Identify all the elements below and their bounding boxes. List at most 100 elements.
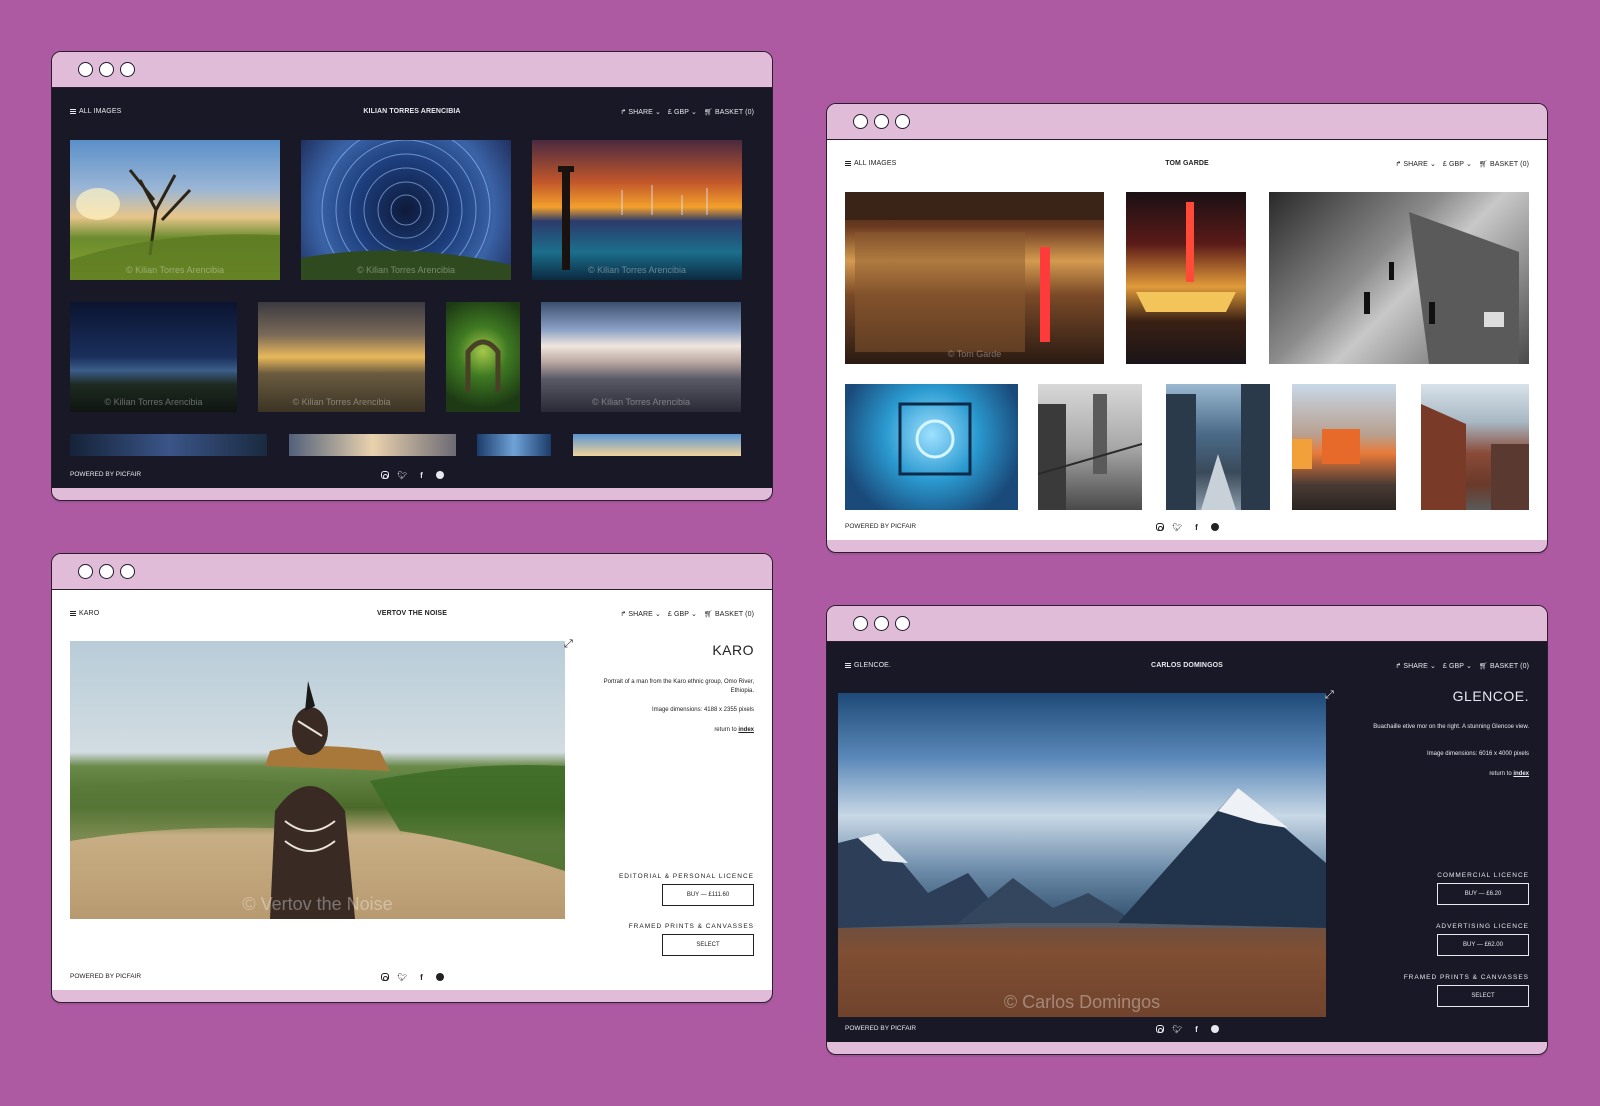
expand-icon[interactable]: ⤢ <box>564 638 573 651</box>
buildings-illustration <box>1421 404 1529 510</box>
main-image-glencoe[interactable]: © Carlos Domingos <box>838 693 1326 1017</box>
image-dimensions: Image dimensions: 4188 x 2355 pixels <box>651 707 754 713</box>
basket-label: BASKET (0) <box>1490 662 1529 670</box>
gallery-image-harbour-sunset[interactable]: © Kilian Torres Arencibia <box>532 140 742 280</box>
window-control-close[interactable] <box>78 564 93 579</box>
return-to-index: return to index <box>1489 771 1529 777</box>
window-vertov-detail: KARO VERTOV THE NOISE ↱ SHARE ⌄ £ GBP ⌄ 🛒︎ B… <box>51 553 773 1003</box>
twitter-icon[interactable]: 🐦︎ <box>397 973 407 983</box>
gallery-image-deli-sign[interactable] <box>1292 384 1396 510</box>
gallery-image-partial-4[interactable] <box>573 434 741 456</box>
cart-icon: 🛒︎ <box>704 109 713 116</box>
instagram-icon[interactable] <box>380 471 389 479</box>
window-titlebar <box>52 52 772 88</box>
pinterest-icon[interactable] <box>1210 1025 1219 1033</box>
gallery-image-shop-window[interactable]: © Tom Garde <box>845 192 1104 364</box>
return-prefix: return to <box>1489 771 1514 777</box>
facebook-icon[interactable]: f <box>1192 1025 1202 1035</box>
top-nav: ALL IMAGES TOM GARDE ↱ SHARE ⌄ £ GBP ⌄ 🛒︎ BA… <box>845 160 1529 174</box>
twitter-icon[interactable]: 🐦︎ <box>1172 1025 1182 1035</box>
instagram-icon[interactable] <box>1155 1025 1164 1033</box>
currency-select[interactable]: £ GBP ⌄ <box>667 108 697 117</box>
page-content: ALL IMAGES TOM GARDE ↱ SHARE ⌄ £ GBP ⌄ 🛒︎ BA… <box>827 140 1547 540</box>
city-illustration <box>1166 384 1270 510</box>
window-control-minimize[interactable] <box>99 62 114 77</box>
chevron-down-icon: ⌄ <box>1466 663 1472 670</box>
basket-button[interactable]: 🛒︎ BASKET (0) <box>1479 160 1529 169</box>
gallery-image-forest-arch[interactable] <box>446 302 520 412</box>
pinterest-icon[interactable] <box>1210 523 1219 531</box>
buy-editorial-button[interactable]: BUY — £111.60 <box>662 884 754 906</box>
twitter-icon[interactable]: 🐦︎ <box>397 471 407 481</box>
facebook-icon[interactable]: f <box>417 973 427 983</box>
basket-button[interactable]: 🛒︎ BASKET (0) <box>704 108 754 117</box>
share-button[interactable]: ↱ SHARE ⌄ <box>1395 662 1436 671</box>
select-prints-button[interactable]: SELECT <box>662 934 754 956</box>
window-control-maximize[interactable] <box>895 616 910 631</box>
window-titlebar <box>827 606 1547 642</box>
gallery-image-train-platform[interactable] <box>1269 192 1529 364</box>
image-description: Buachaille etive mor on the right. A stu… <box>1373 724 1529 730</box>
gallery-image-golden-clouds[interactable]: © Kilian Torres Arencibia <box>258 302 425 412</box>
facebook-icon[interactable]: f <box>417 471 427 481</box>
gallery-image-street-art-blue[interactable] <box>845 384 1018 510</box>
gallery-image-star-trails[interactable]: © Kilian Torres Arencibia <box>301 140 511 280</box>
gallery-image-city-street[interactable] <box>1166 384 1270 510</box>
gallery-image-partial-2[interactable] <box>289 434 456 456</box>
window-carlos-detail: GLENCOE. CARLOS DOMINGOS ↱ SHARE ⌄ £ GBP ⌄ … <box>826 605 1548 1055</box>
cart-icon: 🛒︎ <box>1479 663 1488 670</box>
window-control-maximize[interactable] <box>120 62 135 77</box>
gallery-image-tree-sunset[interactable]: © Kilian Torres Arencibia <box>70 140 280 280</box>
window-control-minimize[interactable] <box>99 564 114 579</box>
window-control-minimize[interactable] <box>874 114 889 129</box>
currency-select[interactable]: £ GBP ⌄ <box>1443 662 1472 671</box>
share-icon: ↱ <box>620 611 627 618</box>
facebook-icon[interactable]: f <box>1192 523 1202 533</box>
window-control-minimize[interactable] <box>874 616 889 631</box>
share-button[interactable]: ↱ SHARE ⌄ <box>1395 160 1436 169</box>
instagram-icon[interactable] <box>380 973 389 981</box>
image-watermark: © Kilian Torres Arencibia <box>587 265 686 275</box>
currency-label: £ GBP <box>667 108 690 116</box>
expand-icon[interactable]: ⤢ <box>1325 689 1334 702</box>
gallery-image-night-valley[interactable]: © Kilian Torres Arencibia <box>70 302 237 412</box>
select-prints-button[interactable]: SELECT <box>1437 985 1529 1007</box>
social-links: 🐦︎ f <box>52 471 772 481</box>
index-link[interactable]: index <box>1513 771 1529 777</box>
window-control-maximize[interactable] <box>120 564 135 579</box>
main-image-karo-portrait[interactable]: © Vertov the Noise <box>70 641 565 919</box>
instagram-icon[interactable] <box>1155 523 1164 531</box>
basket-button[interactable]: 🛒︎ BASKET (0) <box>704 610 754 619</box>
window-control-maximize[interactable] <box>895 114 910 129</box>
gallery-image-partial-1[interactable] <box>70 434 267 456</box>
nav-actions: ↱ SHARE ⌄ £ GBP ⌄ 🛒︎ BASKET (0) <box>620 108 754 117</box>
pinterest-icon[interactable] <box>435 471 444 479</box>
licence-label-editorial: EDITORIAL & PERSONAL LICENCE <box>618 873 754 880</box>
gallery-image-bridge-bw[interactable] <box>1038 384 1142 510</box>
basket-label: BASKET (0) <box>1490 160 1529 168</box>
share-button[interactable]: ↱ SHARE ⌄ <box>620 108 661 117</box>
pinterest-icon[interactable] <box>435 973 444 981</box>
chevron-down-icon: ⌄ <box>691 611 697 618</box>
page-content: GLENCOE. CARLOS DOMINGOS ↱ SHARE ⌄ £ GBP ⌄ … <box>827 642 1547 1042</box>
window-control-close[interactable] <box>853 114 868 129</box>
currency-select[interactable]: £ GBP ⌄ <box>1443 160 1472 169</box>
gallery-image-partial-3[interactable] <box>477 434 551 456</box>
image-watermark: © Kilian Torres Arencibia <box>292 397 391 407</box>
image-watermark: © Kilian Torres Arencibia <box>125 265 224 275</box>
buy-commercial-button[interactable]: BUY — £6.20 <box>1437 883 1529 905</box>
basket-button[interactable]: 🛒︎ BASKET (0) <box>1479 662 1529 671</box>
twitter-icon[interactable]: 🐦︎ <box>1172 523 1182 533</box>
index-link[interactable]: index <box>738 727 754 733</box>
window-control-close[interactable] <box>78 62 93 77</box>
currency-select[interactable]: £ GBP ⌄ <box>668 610 697 619</box>
image-watermark: © Carlos Domingos <box>1003 992 1161 1012</box>
basket-label: BASKET (0) <box>715 610 754 618</box>
gallery-image-theatre-marquee[interactable] <box>1126 192 1246 364</box>
gallery-image-brick-buildings[interactable] <box>1421 384 1529 510</box>
buy-advertising-button[interactable]: BUY — £62.00 <box>1437 934 1529 956</box>
share-button[interactable]: ↱ SHARE ⌄ <box>620 610 661 619</box>
window-control-close[interactable] <box>853 616 868 631</box>
share-icon: ↱ <box>1395 161 1402 168</box>
gallery-image-mountain-clouds[interactable]: © Kilian Torres Arencibia <box>541 302 741 412</box>
